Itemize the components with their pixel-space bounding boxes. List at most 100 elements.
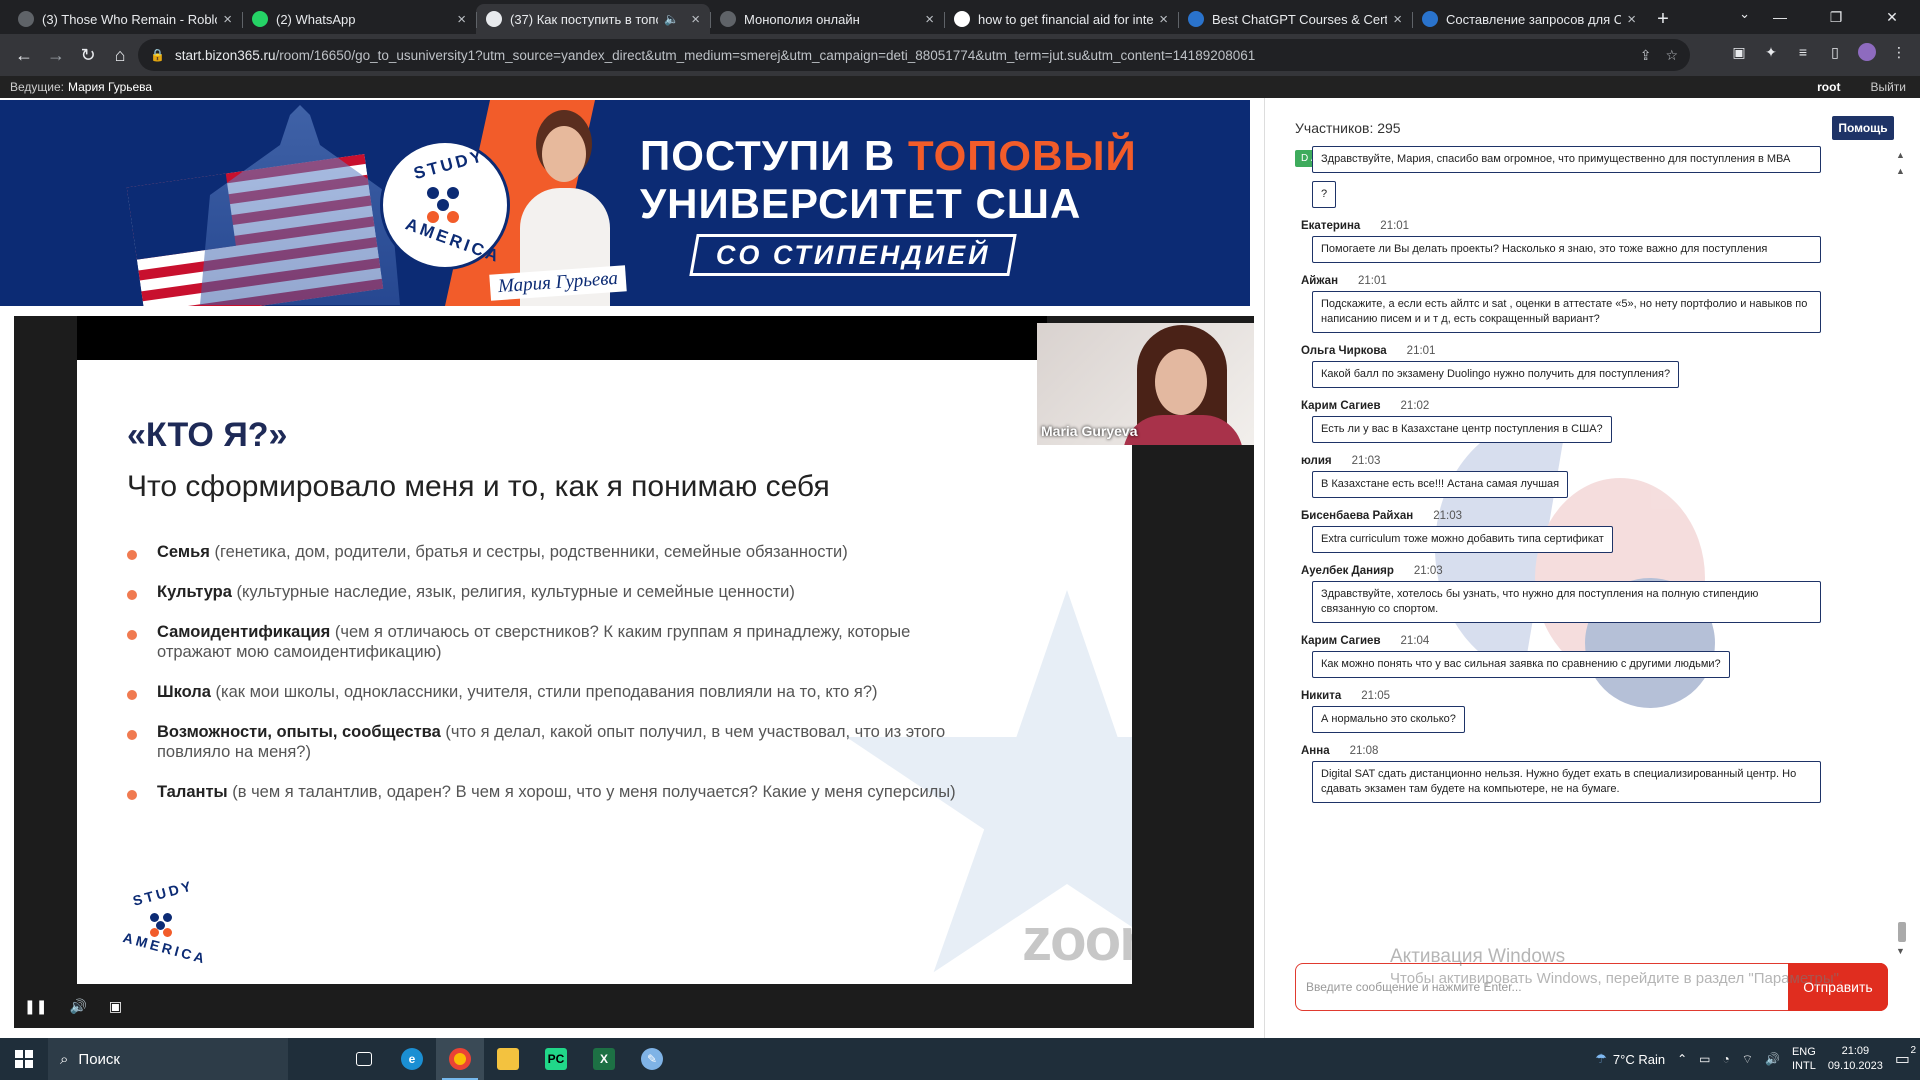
- close-tab-icon[interactable]: ×: [457, 11, 466, 28]
- bookmark-star-icon[interactable]: ☆: [1665, 47, 1678, 64]
- forward-icon[interactable]: →: [40, 39, 72, 71]
- message-time: 21:01: [1380, 220, 1410, 232]
- lock-icon[interactable]: 🔒: [150, 48, 165, 62]
- taskbar-edge[interactable]: e: [388, 1038, 436, 1080]
- back-icon[interactable]: ←: [8, 39, 40, 71]
- browser-tab[interactable]: Best ChatGPT Courses & Certifi ×: [1178, 4, 1412, 34]
- message-time: 21:02: [1400, 400, 1430, 412]
- message-author: Никита: [1301, 690, 1342, 702]
- message-author: Ольга Чиркова: [1301, 345, 1387, 357]
- slide-bullet-item: Культура (культурные наследие, язык, рел…: [127, 582, 987, 602]
- battery-icon[interactable]: ▭: [1699, 1052, 1710, 1066]
- pause-icon[interactable]: ❚❚: [24, 998, 47, 1015]
- weather-widget[interactable]: ☂ 7°C Rain: [1595, 1051, 1665, 1067]
- message-bubble: Как можно понять что у вас сильная заявк…: [1312, 651, 1730, 678]
- message-time: 21:03: [1413, 565, 1443, 577]
- close-tab-icon[interactable]: ×: [1627, 11, 1636, 28]
- paint-icon: ✎: [641, 1048, 663, 1070]
- chat-message: Карим Сагиев 21:04 Как можно понять что у …: [1301, 631, 1861, 686]
- taskbar-excel[interactable]: X: [580, 1038, 628, 1080]
- chat-message: Бисенбаева Райхан 21:03 Extra curriculum т…: [1301, 506, 1861, 561]
- home-icon[interactable]: ⌂: [104, 39, 136, 71]
- chat-message: Ауелбек Данияр 21:03 Здравствуйте, хотелос…: [1301, 561, 1861, 631]
- close-window-icon[interactable]: ✕: [1864, 0, 1920, 34]
- help-button[interactable]: Помощь: [1832, 116, 1894, 140]
- browser-tab[interactable]: (3) Those Who Remain - Roblox ×: [8, 4, 242, 34]
- scroll-up-icon[interactable]: ▲: [1896, 166, 1905, 176]
- message-bubble: Extra curriculum тоже можно добавить тип…: [1312, 526, 1613, 553]
- extension-icon[interactable]: ▣: [1730, 43, 1748, 61]
- chat-message: юлия 21:03 В Казахстане есть все!!! Астана…: [1301, 451, 1861, 506]
- browser-tab[interactable]: (37) Как поступить в топо 🔈 ×: [476, 4, 710, 34]
- close-tab-icon[interactable]: ×: [223, 11, 232, 28]
- banner-scholarship-pill: СО СТИПЕНДИЕЙ: [689, 234, 1017, 276]
- whatsapp-icon: [252, 11, 268, 27]
- message-bubble: В Казахстане есть все!!! Астана самая лу…: [1312, 471, 1569, 498]
- volume-icon[interactable]: 🔊: [69, 998, 86, 1015]
- video-player[interactable]: «КТО Я?» Что сформировало меня и то, как…: [14, 316, 1254, 1028]
- message-bubble: Какой балл по экзамену Duolingo нужно по…: [1312, 361, 1680, 388]
- message-bubble: Здравствуйте, хотелось бы узнать, что ну…: [1312, 581, 1821, 623]
- tray-chevron-icon[interactable]: ⌃: [1677, 1052, 1687, 1066]
- chat-panel: Участников: 295 Помощь D Андрейroot+ еще…: [1264, 98, 1920, 1038]
- taskbar-pycharm[interactable]: PC: [532, 1038, 580, 1080]
- speaker-camera-view: Maria Guryeva: [1037, 323, 1254, 445]
- university-building-image: [200, 105, 400, 305]
- scroll-up-icon[interactable]: ▲: [1896, 150, 1905, 160]
- message-time: 21:04: [1400, 635, 1430, 647]
- share-icon[interactable]: ⇪: [1640, 47, 1652, 64]
- camera-name-label: Maria Guryeva: [1041, 423, 1138, 439]
- media-queue-icon[interactable]: ≡: [1794, 43, 1812, 61]
- url-text[interactable]: start.bizon365.ru/room/16650/go_to_usuni…: [175, 48, 1626, 63]
- restore-icon[interactable]: ❐: [1808, 0, 1864, 34]
- tab-search-icon[interactable]: ⌄: [1739, 6, 1750, 22]
- scrollbar-thumb[interactable]: [1898, 922, 1906, 942]
- windows-logo-icon: [15, 1050, 33, 1068]
- taskbar-clock[interactable]: 21:09 09.10.2023: [1828, 1044, 1883, 1074]
- chat-message-list[interactable]: Здравствуйте, Мария, спасибо вам огромно…: [1301, 146, 1861, 811]
- close-tab-icon[interactable]: ×: [925, 11, 934, 28]
- language-indicator[interactable]: ENG INTL: [1792, 1045, 1816, 1073]
- minimize-icon[interactable]: —: [1752, 0, 1808, 34]
- player-controls: ❚❚ 🔊 ▣: [14, 984, 1254, 1028]
- close-tab-icon[interactable]: ×: [1393, 11, 1402, 28]
- message-bubble: А нормально это сколько?: [1312, 706, 1465, 733]
- notification-icon[interactable]: ▭ 2: [1895, 1045, 1916, 1069]
- new-tab-button[interactable]: +: [1646, 4, 1680, 34]
- taskbar-paint[interactable]: ✎: [628, 1038, 676, 1080]
- speaker-icon[interactable]: 🔊: [1765, 1052, 1780, 1066]
- windows-taskbar: ⌕ Поиск e PC X ✎ ☂ 7°C Rain ⌃ ▭ ◔ ⌔ 🔊 ENG…: [0, 1038, 1920, 1080]
- browser-tab[interactable]: how to get financial aid for inte ×: [944, 4, 1178, 34]
- profile-avatar-icon[interactable]: [1858, 43, 1876, 61]
- puzzle-extensions-icon[interactable]: ✦: [1762, 43, 1780, 61]
- browser-tab[interactable]: Монополия онлайн ×: [710, 4, 944, 34]
- logout-link[interactable]: Выйти: [1870, 80, 1906, 94]
- reload-icon[interactable]: ↻: [72, 39, 104, 71]
- slide-bullet-list: Семья (генетика, дом, родители, братья и…: [127, 542, 987, 822]
- picture-in-picture-icon[interactable]: ▣: [109, 998, 122, 1015]
- tab-audio-icon[interactable]: 🔈: [664, 12, 679, 26]
- message-bubble: Здравствуйте, Мария, спасибо вам огромно…: [1312, 146, 1821, 173]
- menu-dots-icon[interactable]: ⋮: [1890, 43, 1908, 61]
- message-bubble: ?: [1312, 181, 1337, 208]
- start-button[interactable]: [0, 1038, 48, 1080]
- close-tab-icon[interactable]: ×: [1159, 11, 1168, 28]
- system-tray: ☂ 7°C Rain ⌃ ▭ ◔ ⌔ 🔊 ENG INTL 21:09 09.10.2…: [1595, 1038, 1920, 1080]
- tab-title: (37) Как поступить в топо: [510, 11, 659, 27]
- wifi-icon[interactable]: ⌔: [1742, 1052, 1753, 1067]
- network-icon[interactable]: ◔: [1722, 1052, 1729, 1066]
- taskbar-chrome[interactable]: [436, 1038, 484, 1080]
- scroll-down-icon[interactable]: ▼: [1896, 946, 1905, 956]
- address-bar[interactable]: 🔒 start.bizon365.ru/room/16650/go_to_usu…: [138, 39, 1690, 71]
- taskbar-search[interactable]: ⌕ Поиск: [48, 1038, 288, 1080]
- slide-title: «КТО Я?»: [127, 416, 288, 454]
- task-view-button[interactable]: [340, 1038, 388, 1080]
- close-tab-icon[interactable]: ×: [691, 11, 700, 28]
- taskbar-apps: e PC X ✎: [340, 1038, 676, 1080]
- side-panel-icon[interactable]: ▯: [1826, 43, 1844, 61]
- taskbar-explorer[interactable]: [484, 1038, 532, 1080]
- tab-title: (2) WhatsApp: [276, 11, 356, 27]
- browser-tab[interactable]: Составление запросов для Ch ×: [1412, 4, 1646, 34]
- chat-scrollbar[interactable]: ▲ ▲ ▼: [1896, 150, 1906, 1030]
- browser-tab[interactable]: (2) WhatsApp ×: [242, 4, 476, 34]
